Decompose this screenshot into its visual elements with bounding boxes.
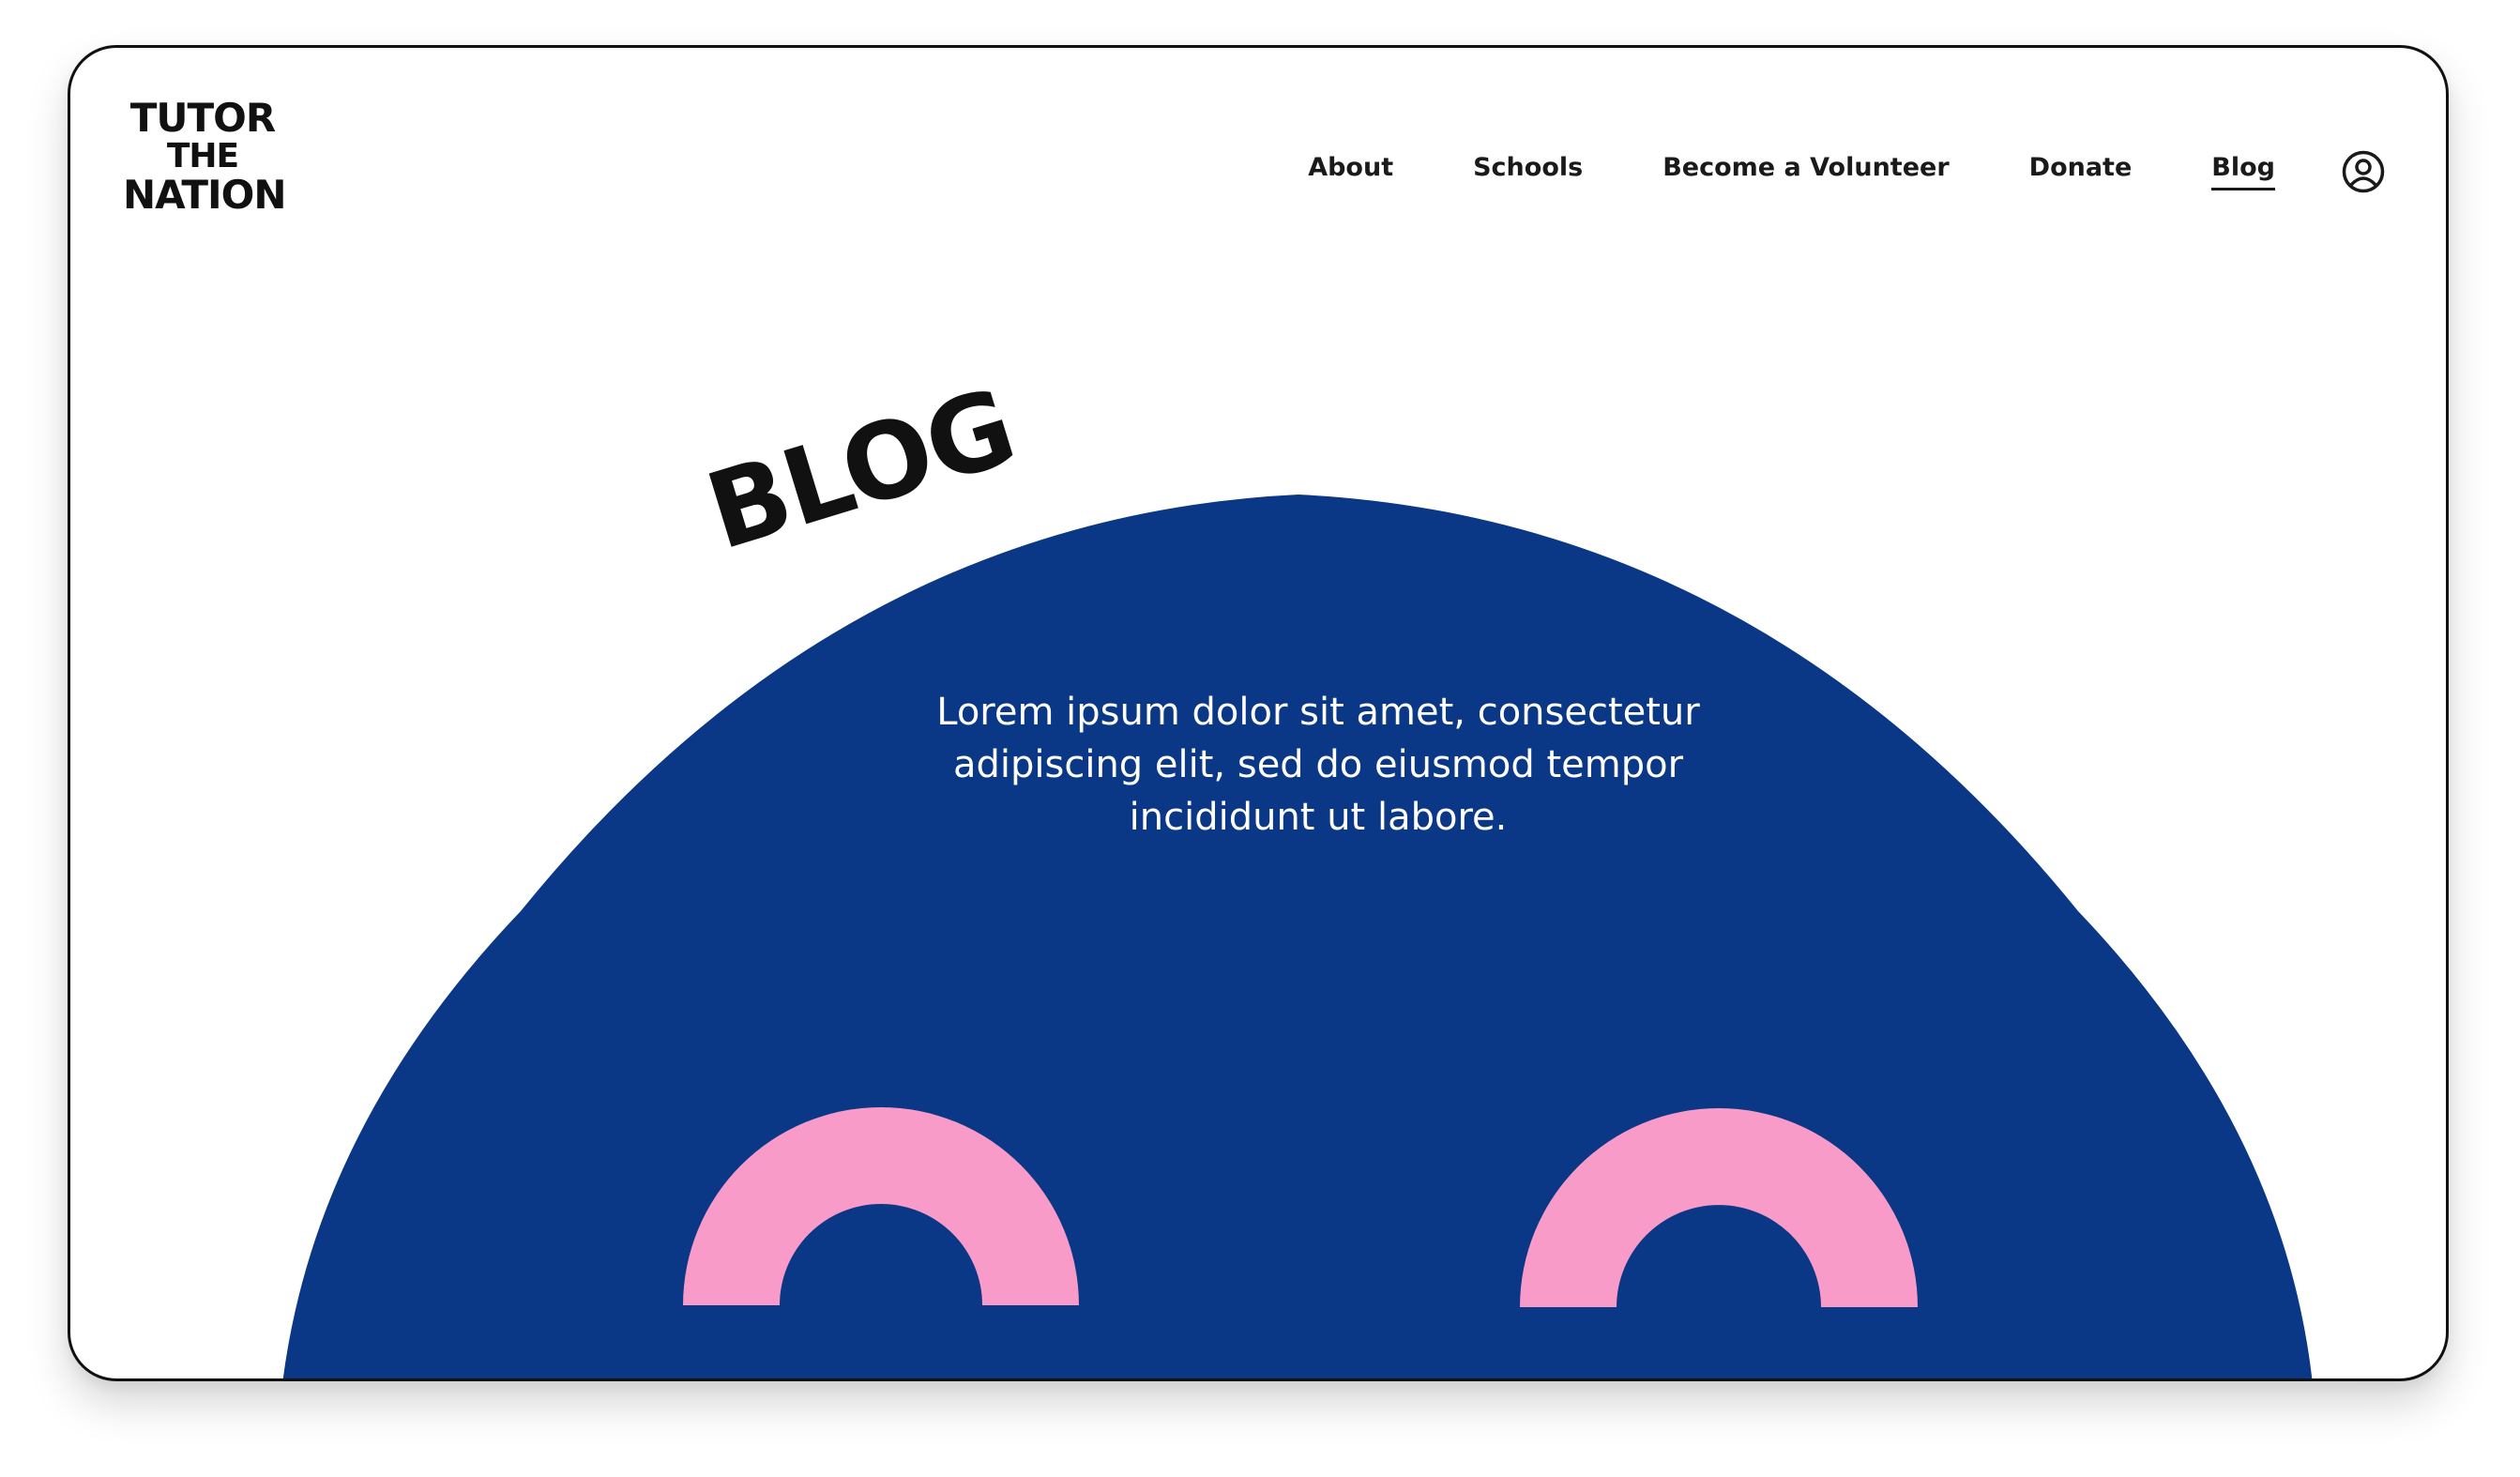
navy-dome-shape: [282, 495, 2313, 1378]
logo-line-2: THE: [166, 137, 239, 175]
logo-line-1: TUTOR: [129, 95, 276, 141]
nav-link-donate[interactable]: Donate: [2029, 153, 2133, 190]
nav-link-become-volunteer[interactable]: Become a Volunteer: [1662, 153, 1949, 190]
nav-link-about[interactable]: About: [1308, 153, 1393, 190]
user-circle-icon[interactable]: [2341, 149, 2386, 194]
nav-link-blog[interactable]: Blog: [2211, 153, 2275, 190]
nav-link-schools[interactable]: Schools: [1473, 153, 1583, 190]
hero-description: Lorem ipsum dolor sit amet, consectetur …: [936, 691, 1700, 839]
browser-frame: TUTOR THE NATION About Schools Become a …: [68, 45, 2449, 1381]
logo-line-3: NATION: [123, 172, 287, 218]
main-navigation: About Schools Become a Volunteer Donate …: [1308, 149, 2386, 194]
tutor-the-nation-logo[interactable]: TUTOR THE NATION: [123, 95, 287, 218]
